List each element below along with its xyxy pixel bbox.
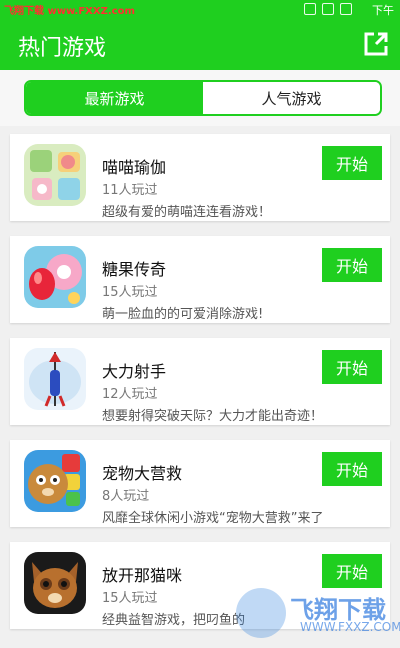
status-watermark: 飞翔下载 www.FXXZ.com xyxy=(4,6,135,17)
battery-icon xyxy=(340,3,352,15)
game-description: 经典益智游戏，把叼鱼的 xyxy=(102,613,246,628)
game-card[interactable]: 宠物大营救 8人玩过 风靡全球休闲小游戏“宠物大营救”来了 开始 xyxy=(10,440,390,527)
tab-bar-container: 最新游戏 人气游戏 xyxy=(0,70,400,126)
game-title: 放开那猫咪 xyxy=(102,566,183,585)
page-title: 热门游戏 xyxy=(18,36,107,61)
game-title: 糖果传奇 xyxy=(102,260,167,279)
tab-bar: 最新游戏 人气游戏 xyxy=(24,80,382,116)
game-description: 萌一脸血的的可爱消除游戏! xyxy=(102,307,264,322)
status-time: 下午 xyxy=(372,4,394,17)
game-description: 超级有爱的萌喵连连看游戏！ xyxy=(102,205,272,220)
start-button[interactable]: 开始 xyxy=(322,146,382,180)
game-play-count: 8人玩过 xyxy=(102,489,150,504)
game-description: 风靡全球休闲小游戏“宠物大营救”来了 xyxy=(102,511,324,526)
wifi-icon xyxy=(304,3,316,15)
start-button[interactable]: 开始 xyxy=(322,554,382,588)
status-icons xyxy=(304,3,352,15)
start-button[interactable]: 开始 xyxy=(322,452,382,486)
game-title: 喵喵瑜伽 xyxy=(102,158,167,177)
signal-icon xyxy=(322,3,334,15)
tab-newest-games[interactable]: 最新游戏 xyxy=(26,82,203,114)
game-card[interactable]: 喵喵瑜伽 11人玩过 超级有爱的萌喵连连看游戏！ 开始 xyxy=(10,134,390,221)
cat-yoga-icon xyxy=(24,144,86,206)
status-bar: 飞翔下载 www.FXXZ.com 下午 xyxy=(0,0,400,18)
game-card[interactable]: 糖果传奇 15人玩过 萌一脸血的的可爱消除游戏! 开始 xyxy=(10,236,390,323)
game-play-count: 15人玩过 xyxy=(102,285,158,300)
watermark-logo: 飞翔下载 WWW.FXXZ.COM xyxy=(236,584,400,644)
start-button[interactable]: 开始 xyxy=(322,350,382,384)
game-title: 大力射手 xyxy=(102,362,167,381)
pet-rescue-icon xyxy=(24,450,86,512)
watermark-badge-icon xyxy=(236,588,286,638)
game-card[interactable]: 大力射手 12人玩过 想要射得突破天际？大力才能出奇迹！ 开始 xyxy=(10,338,390,425)
app-bar: 热门游戏 xyxy=(0,18,400,70)
start-button[interactable]: 开始 xyxy=(322,248,382,282)
share-icon[interactable] xyxy=(362,30,390,58)
game-play-count: 15人玩过 xyxy=(102,591,158,606)
game-play-count: 11人玩过 xyxy=(102,183,158,198)
arrow-shooter-icon xyxy=(24,348,86,410)
candy-icon xyxy=(24,246,86,308)
game-description: 想要射得突破天际？大力才能出奇迹！ xyxy=(102,409,324,424)
game-title: 宠物大营救 xyxy=(102,464,183,483)
game-play-count: 12人玩过 xyxy=(102,387,158,402)
tab-popular-games[interactable]: 人气游戏 xyxy=(203,82,380,114)
watermark-url: WWW.FXXZ.COM xyxy=(300,620,400,634)
puss-cat-icon xyxy=(24,552,86,614)
